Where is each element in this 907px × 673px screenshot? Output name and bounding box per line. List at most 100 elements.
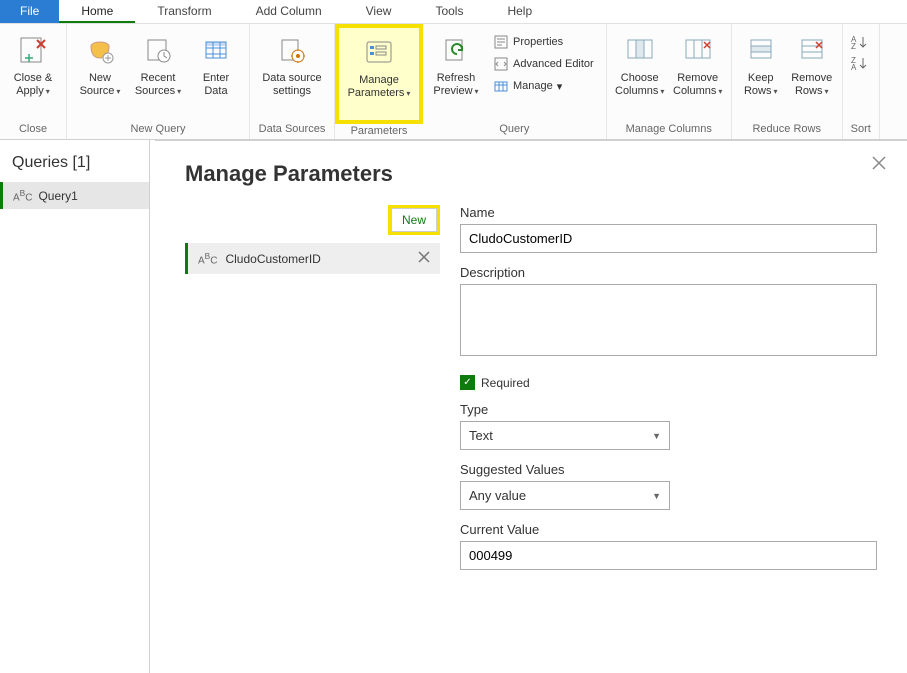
new-parameter-button[interactable]: New bbox=[388, 205, 440, 235]
remove-columns-label: Remove Columns▾ bbox=[673, 72, 722, 98]
menu-transform[interactable]: Transform bbox=[135, 0, 233, 23]
suggested-values-value: Any value bbox=[469, 488, 526, 503]
refresh-icon bbox=[438, 32, 474, 68]
sort-asc-button[interactable]: AZ bbox=[851, 34, 871, 53]
sort-desc-button[interactable]: ZA bbox=[851, 55, 871, 74]
recent-sources-label: Recent Sources▾ bbox=[135, 72, 181, 98]
suggested-values-select[interactable]: Any value ▼ bbox=[460, 481, 670, 510]
keep-rows-button[interactable]: Keep Rows▾ bbox=[738, 28, 784, 121]
new-source-button[interactable]: New Source▾ bbox=[73, 28, 127, 121]
type-value: Text bbox=[469, 428, 493, 443]
menu-tools[interactable]: Tools bbox=[413, 0, 485, 23]
chevron-down-icon: ▼ bbox=[652, 491, 661, 501]
manage-columns-group-label: Manage Columns bbox=[626, 121, 712, 137]
description-label: Description bbox=[460, 265, 877, 280]
parameter-item-label: CludoCustomerID bbox=[225, 252, 320, 266]
data-source-settings-label: Data source settings bbox=[262, 72, 321, 98]
recent-sources-icon bbox=[140, 32, 176, 68]
parameter-list: New ABC CludoCustomerID bbox=[185, 205, 440, 570]
parameter-item[interactable]: ABC CludoCustomerID bbox=[185, 243, 440, 274]
menu-file[interactable]: File bbox=[0, 0, 59, 23]
enter-data-button[interactable]: Enter Data bbox=[189, 28, 243, 121]
suggested-values-label: Suggested Values bbox=[460, 462, 877, 477]
manage-parameters-icon bbox=[361, 34, 397, 70]
ribbon-group-manage-columns: Choose Columns▾ Remove Columns▾ Manage C… bbox=[607, 24, 732, 139]
refresh-preview-button[interactable]: Refresh Preview▾ bbox=[429, 28, 483, 121]
close-apply-button[interactable]: Close & Apply▾ bbox=[6, 28, 60, 121]
properties-button[interactable]: Properties bbox=[489, 32, 598, 52]
dialog-close-button[interactable] bbox=[871, 155, 887, 174]
type-label: Type bbox=[460, 402, 877, 417]
required-label: Required bbox=[481, 376, 530, 390]
keep-rows-label: Keep Rows▾ bbox=[744, 72, 778, 98]
choose-columns-icon bbox=[622, 32, 658, 68]
remove-columns-button[interactable]: Remove Columns▾ bbox=[671, 28, 725, 121]
manage-parameters-label: Manage Parameters▾ bbox=[348, 74, 411, 100]
new-source-icon bbox=[82, 32, 118, 68]
data-source-settings-icon bbox=[274, 32, 310, 68]
menu-help[interactable]: Help bbox=[485, 0, 554, 23]
choose-columns-button[interactable]: Choose Columns▾ bbox=[613, 28, 667, 121]
ribbon-group-sort: AZ ZA Sort bbox=[843, 24, 880, 139]
reduce-rows-group-label: Reduce Rows bbox=[752, 121, 820, 137]
svg-text:A: A bbox=[851, 63, 857, 71]
query-item-label: Query1 bbox=[38, 189, 77, 203]
abc-type-icon: ABC bbox=[198, 251, 217, 266]
ribbon-group-reduce-rows: Keep Rows▾ Remove Rows▾ Reduce Rows bbox=[732, 24, 843, 139]
recent-sources-button[interactable]: Recent Sources▾ bbox=[131, 28, 185, 121]
sort-asc-icon: AZ bbox=[851, 34, 871, 50]
choose-columns-label: Choose Columns▾ bbox=[615, 72, 664, 98]
menu-view[interactable]: View bbox=[344, 0, 414, 23]
data-sources-group-label: Data Sources bbox=[259, 121, 326, 137]
ribbon-group-new-query: New Source▾ Recent Sources▾ Enter Data N… bbox=[67, 24, 250, 139]
sort-group-label: Sort bbox=[851, 121, 871, 137]
menu-home[interactable]: Home bbox=[59, 0, 135, 23]
abc-type-icon: ABC bbox=[13, 188, 32, 203]
menu-add-column[interactable]: Add Column bbox=[234, 0, 344, 23]
parameter-form: Name Description ✓ Required Type Text ▼ … bbox=[460, 205, 877, 570]
query-item[interactable]: ABC Query1 bbox=[0, 182, 149, 209]
type-select[interactable]: Text ▼ bbox=[460, 421, 670, 450]
close-group-label: Close bbox=[19, 121, 47, 137]
menu-bar: File Home Transform Add Column View Tool… bbox=[0, 0, 907, 24]
enter-data-label: Enter Data bbox=[203, 72, 229, 98]
remove-rows-button[interactable]: Remove Rows▾ bbox=[788, 28, 836, 121]
manage-parameters-button[interactable]: Manage Parameters▾ bbox=[335, 24, 423, 124]
ribbon-group-close: Close & Apply▾ Close bbox=[0, 24, 67, 139]
data-source-settings-button[interactable]: Data source settings bbox=[256, 28, 328, 121]
current-value-input[interactable] bbox=[460, 541, 877, 570]
enter-data-icon bbox=[198, 32, 234, 68]
properties-icon bbox=[493, 34, 509, 50]
ribbon-group-data-sources: Data source settings Data Sources bbox=[250, 24, 335, 139]
delete-icon bbox=[418, 251, 430, 263]
delete-parameter-button[interactable] bbox=[418, 251, 430, 266]
manage-parameters-dialog: Manage Parameters New ABC CludoCustomerI… bbox=[155, 140, 907, 673]
new-source-label: New Source▾ bbox=[80, 72, 121, 98]
chevron-down-icon: ▼ bbox=[652, 431, 661, 441]
dialog-title: Manage Parameters bbox=[185, 161, 877, 187]
name-label: Name bbox=[460, 205, 877, 220]
required-checkbox[interactable]: ✓ bbox=[460, 375, 475, 390]
current-value-label: Current Value bbox=[460, 522, 877, 537]
ribbon-group-query: Refresh Preview▾ Properties Advanced Edi… bbox=[423, 24, 607, 139]
queries-pane: Queries [1] ABC Query1 bbox=[0, 140, 150, 673]
refresh-preview-label: Refresh Preview▾ bbox=[433, 72, 478, 98]
advanced-editor-icon bbox=[493, 56, 509, 72]
description-input[interactable] bbox=[460, 284, 877, 356]
keep-rows-icon bbox=[743, 32, 779, 68]
query-group-label: Query bbox=[499, 121, 529, 137]
parameters-group-label: Parameters bbox=[351, 123, 408, 139]
new-query-group-label: New Query bbox=[130, 121, 185, 137]
manage-button[interactable]: Manage▾ bbox=[489, 76, 598, 96]
close-apply-icon bbox=[15, 32, 51, 68]
sort-desc-icon: ZA bbox=[851, 55, 871, 71]
remove-rows-icon bbox=[794, 32, 830, 68]
ribbon-group-parameters: Manage Parameters▾ Parameters bbox=[335, 24, 423, 139]
queries-title: Queries [1] bbox=[0, 140, 149, 182]
name-input[interactable] bbox=[460, 224, 877, 253]
close-apply-label: Close & Apply▾ bbox=[14, 72, 53, 98]
remove-rows-label: Remove Rows▾ bbox=[791, 72, 832, 98]
manage-icon bbox=[493, 78, 509, 94]
svg-text:Z: Z bbox=[851, 42, 856, 50]
advanced-editor-button[interactable]: Advanced Editor bbox=[489, 54, 598, 74]
